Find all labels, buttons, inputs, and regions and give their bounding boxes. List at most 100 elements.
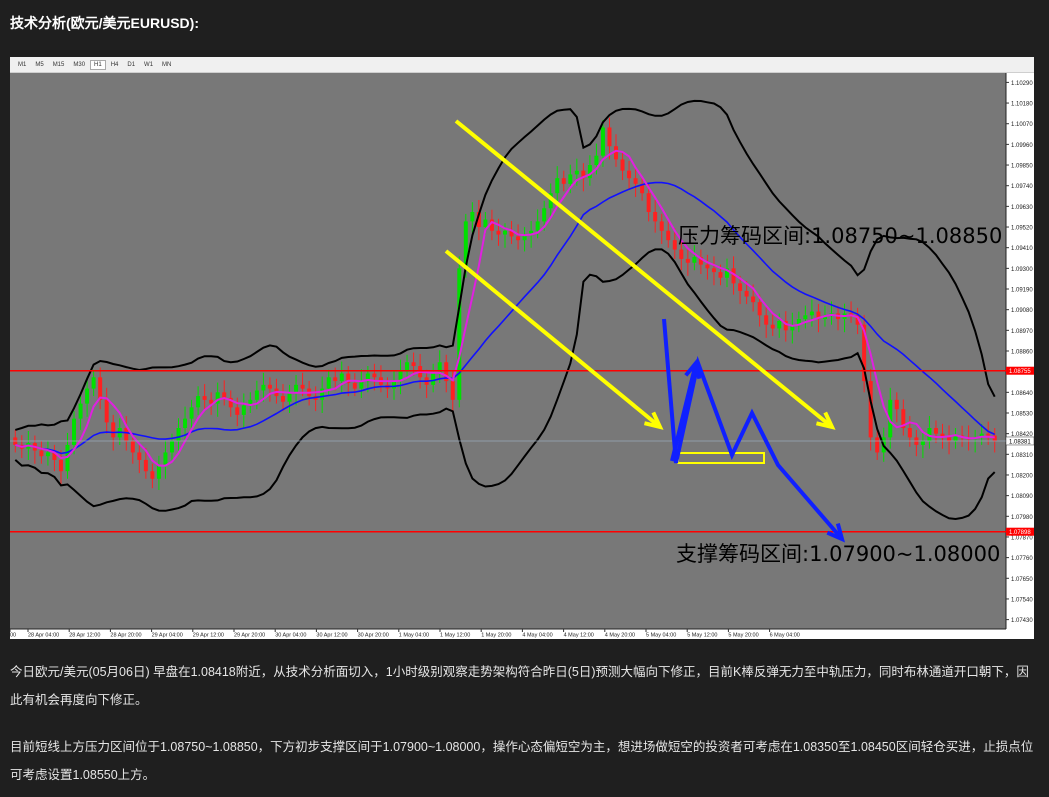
- analysis-paragraph-1: 今日欧元/美元(05月06日) 早盘在1.08418附近，从技术分析面切入，1小…: [10, 665, 1029, 707]
- candle-body: [202, 396, 207, 400]
- candle-body: [431, 373, 436, 385]
- candle-body: [809, 311, 814, 316]
- price-chart-panel[interactable]: M1 M5 M15 M30 H1 H4 D1 W1 MN 1.10290 1.10180 1.100…: [10, 57, 1034, 639]
- candle-body: [98, 377, 103, 400]
- time-tick-label: 00: [10, 633, 16, 639]
- price-chart[interactable]: 1.10290 1.10180 1.10070 1.09960 1.09850 1.097…: [10, 73, 1034, 639]
- candle-body: [659, 221, 664, 231]
- candle-body: [78, 403, 83, 419]
- time-tick-label: 29 Apr 04:00: [152, 633, 183, 639]
- timeframe-m30-button[interactable]: M30: [69, 60, 89, 70]
- candle-body: [574, 170, 579, 175]
- candle-body: [163, 452, 168, 466]
- price-tick-label: 1.09410: [1011, 246, 1033, 252]
- timeframe-d1-button[interactable]: D1: [123, 60, 139, 70]
- resistance-level-price-label: 1.08755: [1009, 369, 1031, 375]
- candle-body: [685, 258, 690, 263]
- price-tick-label: 1.07540: [1011, 597, 1033, 603]
- time-tick-label: 30 Apr 04:00: [275, 633, 306, 639]
- timeframe-mn-button[interactable]: MN: [158, 60, 175, 70]
- time-tick-label: 28 Apr 20:00: [110, 633, 141, 639]
- candle-body: [130, 441, 135, 453]
- candle-body: [614, 146, 619, 160]
- candle-body: [287, 392, 292, 402]
- price-tick-label: 1.09080: [1011, 308, 1033, 314]
- candle-body: [718, 272, 723, 278]
- time-tick-label: 4 May 04:00: [522, 633, 552, 639]
- candle-body: [633, 178, 638, 184]
- candle-body: [39, 450, 44, 457]
- candle-body: [692, 257, 697, 263]
- price-tick-label: 1.07980: [1011, 515, 1033, 521]
- candle-body: [294, 384, 299, 393]
- candle-body: [241, 405, 246, 415]
- candle-body: [333, 377, 338, 382]
- timeframe-m5-button[interactable]: M5: [31, 60, 47, 70]
- time-tick-label: 28 Apr 12:00: [69, 633, 100, 639]
- candle-body: [300, 384, 305, 389]
- candle-body: [372, 373, 377, 378]
- timeframe-m1-button[interactable]: M1: [14, 60, 30, 70]
- time-tick-label: 1 May 04:00: [399, 633, 429, 639]
- candle-body: [411, 362, 416, 367]
- candle-body: [666, 230, 671, 241]
- candle-body: [176, 428, 181, 442]
- candle-body: [751, 296, 756, 303]
- time-tick-label: 5 May 20:00: [728, 633, 758, 639]
- candle-body: [85, 388, 90, 404]
- price-tick-label: 1.08310: [1011, 453, 1033, 459]
- timeframe-m15-button[interactable]: M15: [49, 60, 69, 70]
- time-tick-label: 5 May 12:00: [687, 633, 717, 639]
- candle-body: [672, 240, 677, 250]
- candle-body: [391, 381, 396, 389]
- candle-body: [58, 459, 63, 472]
- candle-body: [339, 373, 344, 382]
- price-tick-label: 1.08530: [1011, 411, 1033, 417]
- price-tick-label: 1.07760: [1011, 556, 1033, 562]
- price-tick-label: 1.07870: [1011, 535, 1033, 541]
- candle-body: [450, 381, 455, 400]
- current-price-label: 1.08381: [1009, 439, 1031, 445]
- price-tick-label: 1.09300: [1011, 267, 1033, 273]
- support-zone-annotation: 支撑筹码区间:1.07900~1.08000: [676, 542, 1000, 566]
- candle-body: [933, 428, 938, 434]
- candle-body: [235, 407, 240, 415]
- price-tick-label: 1.09190: [1011, 288, 1033, 294]
- candle-body: [137, 452, 142, 460]
- candle-body: [646, 193, 651, 212]
- candle-body: [561, 178, 566, 184]
- support-level-price-label: 1.07898: [1009, 530, 1031, 536]
- timeframe-h4-button[interactable]: H4: [107, 60, 123, 70]
- time-tick-label: 30 Apr 20:00: [358, 633, 389, 639]
- candle-body: [503, 230, 507, 235]
- timeframe-w1-button[interactable]: W1: [140, 60, 157, 70]
- resistance-zone-annotation: 压力筹码区间:1.08750~1.08850: [678, 224, 1002, 248]
- candle-body: [196, 396, 201, 408]
- candle-body: [320, 388, 325, 400]
- price-tick-label: 1.08200: [1011, 473, 1033, 479]
- time-tick-label: 29 Apr 20:00: [234, 633, 265, 639]
- candle-body: [169, 441, 174, 453]
- time-tick-label: 28 Apr 04:00: [28, 633, 59, 639]
- timeframe-h1-button[interactable]: H1: [90, 59, 106, 70]
- candle-body: [457, 268, 462, 400]
- candle-body: [920, 441, 925, 445]
- price-tick-label: 1.07430: [1011, 618, 1033, 624]
- candle-body: [777, 320, 782, 329]
- candle-body: [535, 221, 540, 231]
- candle-body: [45, 452, 50, 457]
- candle-body: [104, 399, 109, 423]
- page-title: 技术分析(欧元/美元EURUSD):: [10, 15, 199, 31]
- candle-body: [986, 433, 991, 436]
- candle-body: [326, 377, 331, 389]
- time-tick-label: 4 May 12:00: [564, 633, 594, 639]
- candle-body: [280, 396, 285, 402]
- candle-body: [261, 384, 266, 391]
- candle-body: [627, 170, 632, 179]
- candle-body: [568, 174, 573, 184]
- price-tick-label: 1.09520: [1011, 226, 1033, 232]
- candle-body: [764, 315, 769, 325]
- candle-body: [156, 465, 161, 479]
- candle-body: [352, 382, 357, 389]
- candle-body: [516, 236, 521, 241]
